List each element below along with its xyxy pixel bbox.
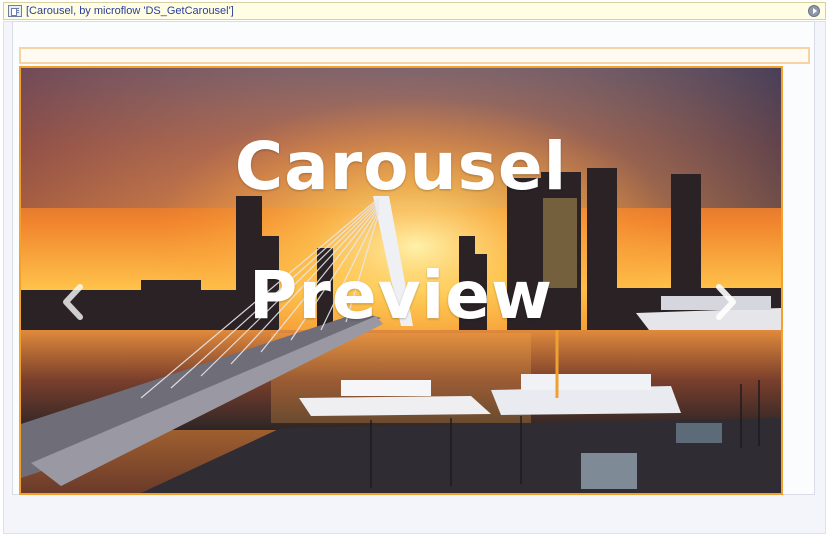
widget-icon	[8, 5, 22, 17]
chevron-left-icon	[63, 284, 83, 320]
placeholder-bar	[19, 47, 810, 64]
preview-overlay: Carousel Preview	[21, 68, 781, 493]
options-icon[interactable]	[808, 5, 820, 17]
overlay-title: Carousel	[234, 128, 568, 205]
overlay-subtitle: Preview	[248, 257, 554, 334]
widget-caption: [Carousel, by microflow 'DS_GetCarousel'…	[26, 5, 234, 17]
next-slide-button[interactable]	[711, 280, 741, 324]
carousel[interactable]: Carousel Preview	[19, 66, 783, 495]
widget-header: [Carousel, by microflow 'DS_GetCarousel'…	[3, 2, 826, 20]
chevron-right-icon	[716, 284, 736, 320]
previous-slide-button[interactable]	[58, 280, 88, 324]
